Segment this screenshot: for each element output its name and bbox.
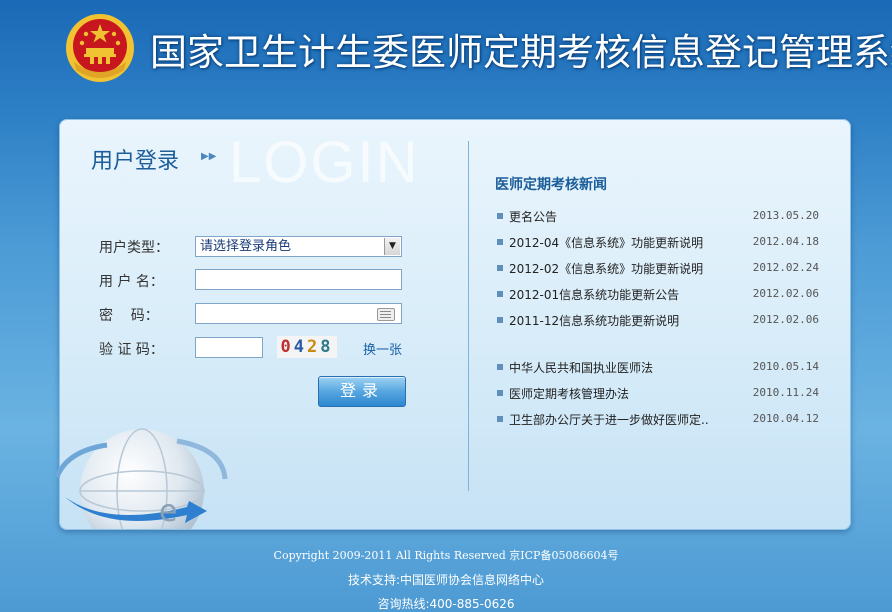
law-item[interactable]: 医师定期考核管理办法 2010.11.24 [495,384,819,410]
law-item-title[interactable]: 中华人民共和国执业医师法 [509,359,653,376]
news-item-date: 2012.02.06 [752,313,819,326]
news-item-title[interactable]: 2012-04《信息系统》功能更新说明 [509,234,703,251]
news-item-title[interactable]: 更名公告 [509,208,557,225]
login-title: 用户登录 [91,149,180,174]
law-item-title[interactable]: 卫生部办公厅关于进一步做好医师定.. [509,411,709,428]
password-label: 密 码： [99,308,159,324]
news-item[interactable]: 2012-01信息系统功能更新公告 2012.02.06 [495,285,819,311]
law-item-date: 2010.11.24 [752,386,819,399]
square-bullet-icon [497,364,503,370]
footer-hotline: 咨询热线:400-885-0626 [377,597,515,611]
news-item-title[interactable]: 2012-01信息系统功能更新公告 [509,286,679,303]
news-item-date: 2012.02.24 [752,261,819,274]
square-bullet-icon [497,416,503,422]
refresh-captcha-link[interactable]: 换一张 [363,339,402,358]
law-item-date: 2010.04.12 [752,412,819,425]
news-item-date: 2012.04.18 [752,235,819,248]
news-title: 医师定期考核新闻 [495,177,607,193]
square-bullet-icon [497,317,503,323]
captcha-input[interactable] [195,337,263,358]
news-item-title[interactable]: 2011-12信息系统功能更新说明 [509,312,679,329]
square-bullet-icon [497,390,503,396]
footer-support: 技术支持:中国医师协会信息网络中心 [347,573,545,587]
captcha-image[interactable]: 0428 [277,336,337,358]
square-bullet-icon [497,239,503,245]
svg-text:e: e [159,494,177,529]
news-item[interactable]: 2012-04《信息系统》功能更新说明 2012.04.18 [495,233,819,259]
news-item[interactable]: 更名公告 2013.05.20 [495,207,819,233]
news-item[interactable]: 2012-02《信息系统》功能更新说明 2012.02.24 [495,259,819,285]
news-item-date: 2012.02.06 [752,287,819,300]
password-input[interactable] [195,303,402,324]
username-input[interactable] [195,269,402,290]
internet-globe-icon: e [54,428,228,529]
login-panel: LOGIN 用户登录 ▶▶ 用户类型： 请选择登录角色 ▼ 用 户 名： 密 码… [54,119,851,530]
double-chevron-right-icon: ▶▶ [201,151,217,162]
user-type-value: 请选择登录角色 [200,239,292,254]
header: 国家卫生计生委医师定期考核信息登记管理系统 [0,0,892,110]
law-item-date: 2010.05.14 [752,360,819,373]
news-item-title[interactable]: 2012-02《信息系统》功能更新说明 [509,260,703,277]
captcha-label: 验 证 码： [99,342,164,358]
law-item[interactable]: 卫生部办公厅关于进一步做好医师定.. 2010.04.12 [495,410,819,436]
system-title: 国家卫生计生委医师定期考核信息登记管理系统 [150,31,892,74]
news-item-date: 2013.05.20 [752,209,819,222]
keyboard-icon[interactable] [377,308,395,321]
user-type-label: 用户类型： [99,240,169,256]
user-type-select[interactable]: 请选择登录角色 ▼ [195,236,402,257]
login-button[interactable]: 登录 [318,376,406,407]
news-list: 更名公告 2013.05.20 2012-04《信息系统》功能更新说明 2012… [495,207,819,436]
law-item-title[interactable]: 医师定期考核管理办法 [509,385,629,402]
square-bullet-icon [497,291,503,297]
captcha-digit: 4 [293,337,307,357]
username-label: 用 户 名： [99,274,164,290]
panel-divider [468,141,469,491]
captcha-digit: 0 [280,337,294,357]
square-bullet-icon [497,265,503,271]
national-emblem-icon [66,14,134,82]
square-bullet-icon [497,213,503,219]
captcha-digit: 8 [320,337,334,357]
footer-copyright: Copyright 2009-2011 All Rights Reserved … [273,549,619,562]
chevron-down-icon[interactable]: ▼ [384,238,400,255]
login-watermark: LOGIN [229,130,420,195]
captcha-digit: 2 [307,337,321,357]
news-item[interactable]: 2011-12信息系统功能更新说明 2012.02.06 [495,311,819,337]
law-item[interactable]: 中华人民共和国执业医师法 2010.05.14 [495,358,819,384]
